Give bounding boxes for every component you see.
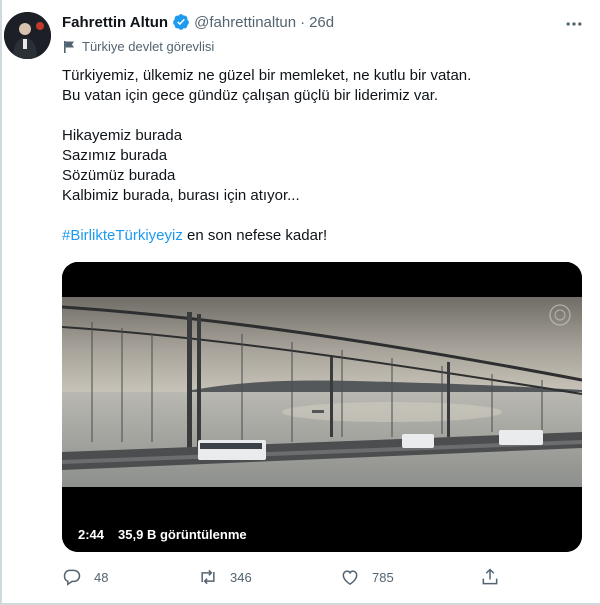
- like-button[interactable]: 785: [340, 567, 394, 587]
- verified-badge-icon: [173, 14, 189, 30]
- video-views: 35,9 B görüntülenme: [118, 527, 247, 542]
- hashtag-line: #BirlikteTürkiyeyiz en son nefese kadar!: [62, 226, 582, 246]
- avatar-photo: [4, 12, 51, 59]
- text-line: Hikayemiz burada: [62, 127, 183, 144]
- reply-button[interactable]: 48: [62, 567, 108, 587]
- video-player[interactable]: 2:44 35,9 B görüntülenme: [62, 262, 582, 552]
- text-line: Sözümüz burada: [62, 167, 176, 184]
- tweet-actions: 48 346 785: [62, 567, 522, 589]
- text-line: Türkiyemiz, ülkemiz ne güzel bir memleke…: [62, 67, 472, 84]
- text-line: Kalbimiz burada, burası için atıyor...: [62, 187, 300, 204]
- reply-count: 48: [94, 569, 109, 585]
- author-name[interactable]: Fahrettin Altun: [62, 14, 168, 31]
- account-label-text: Türkiye devlet görevlisi: [82, 39, 215, 54]
- like-icon: [342, 570, 358, 585]
- separator-dot: ·: [300, 13, 306, 31]
- government-flag-icon: [64, 40, 74, 53]
- avatar[interactable]: [4, 12, 51, 59]
- tweet-header: Fahrettin Altun @fahrettinaltun · 26d: [62, 13, 334, 31]
- tweet-text: Türkiyemiz, ülkemiz ne güzel bir memleke…: [62, 66, 582, 246]
- video-frame: [62, 262, 582, 552]
- like-count: 785: [372, 569, 394, 585]
- reply-icon: [63, 569, 81, 586]
- video-info-bar: 2:44 35,9 B görüntülenme: [62, 517, 582, 552]
- share-icon: [482, 568, 498, 585]
- hashtag-link[interactable]: #BirlikteTürkiyeyiz: [62, 227, 183, 244]
- tweet-border-left: [0, 0, 2, 605]
- retweet-button[interactable]: 346: [198, 567, 252, 587]
- text-line: Sazımız burada: [62, 147, 168, 164]
- retweet-icon: [201, 569, 215, 585]
- tweet-timestamp[interactable]: 26d: [309, 14, 334, 31]
- author-handle[interactable]: @fahrettinaltun: [194, 14, 296, 31]
- retweet-count: 346: [230, 569, 252, 585]
- share-button[interactable]: [480, 567, 512, 587]
- more-icon[interactable]: [563, 14, 585, 34]
- hashtag-tail: en son nefese kadar!: [182, 227, 328, 244]
- text-line: Bu vatan için gece gündüz çalışan güçlü …: [62, 87, 439, 104]
- account-label: Türkiye devlet görevlisi: [62, 39, 214, 54]
- video-duration: 2:44: [78, 527, 105, 542]
